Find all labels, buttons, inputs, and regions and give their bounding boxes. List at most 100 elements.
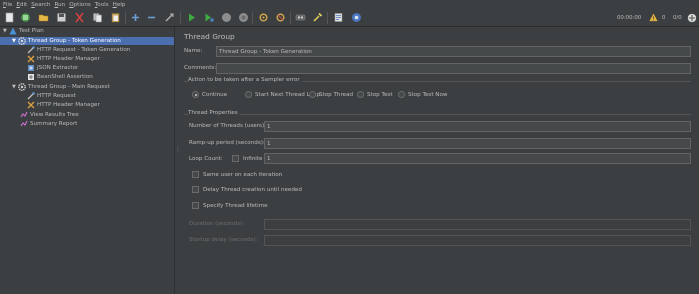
error-action-label: Action to be taken after a Sampler error [188, 77, 302, 83]
checkbox-icon [192, 202, 199, 209]
templates-icon[interactable] [20, 12, 31, 23]
radio-icon [245, 91, 252, 98]
help-icon[interactable] [351, 12, 362, 23]
reset-search-icon[interactable] [312, 12, 323, 23]
comments-field[interactable] [216, 63, 691, 74]
save-icon[interactable] [56, 12, 67, 23]
delay-thread-label: Delay Thread creation until needed [203, 186, 302, 193]
tree-item-label: HTTP Request [37, 93, 76, 99]
new-icon[interactable] [4, 12, 15, 23]
clear-icon[interactable] [258, 12, 269, 23]
threads-ratio: 0/0 [673, 15, 682, 21]
loop-count-label: Loop Count: [189, 156, 223, 162]
toolbar-separator [327, 12, 328, 24]
radio-icon [309, 91, 316, 98]
shutdown-icon[interactable] [238, 12, 249, 23]
tree-item-label: HTTP Header Manager [37, 102, 100, 108]
tree-item-http-request-token[interactable]: HTTP Request - Token Generation [27, 46, 130, 54]
search-icon[interactable] [295, 12, 306, 23]
tree-item-label: Thread Group - Main Request [28, 84, 110, 90]
same-user-label: Same user on each iteration [203, 171, 283, 178]
elapsed-time: 00:00:00 [617, 15, 642, 21]
threads-field[interactable]: 1 [264, 121, 691, 132]
radio-stop-thread[interactable]: Stop Thread [309, 91, 353, 98]
tree-item-header-manager[interactable]: HTTP Header Manager [27, 55, 100, 63]
open-icon[interactable] [38, 12, 49, 23]
function-helper-icon[interactable] [333, 12, 344, 23]
pipette-icon [27, 92, 35, 100]
wrench-icon [27, 101, 35, 109]
menu-edit[interactable]: Edit [16, 2, 27, 8]
tree-item-label: Summary Report [30, 121, 78, 127]
tree-item-label: HTTP Header Manager [37, 56, 100, 62]
checkbox-icon [192, 171, 199, 178]
infinite-checkbox[interactable]: Infinite [232, 155, 262, 162]
tree-item-label: BeanShell Assertion [37, 74, 93, 80]
startup-delay-label: Startup delay (seconds): [189, 237, 258, 243]
tree-item-label: Test Plan [19, 28, 44, 34]
menu-help[interactable]: Help [113, 2, 126, 8]
radio-label: Stop Test [367, 91, 393, 98]
menu-file[interactable]: File [3, 2, 12, 8]
radio-icon [357, 91, 364, 98]
split-pane-divider[interactable] [174, 27, 178, 294]
cut-icon[interactable] [74, 12, 85, 23]
tree-item-json-extractor[interactable]: JSON Extractor [27, 64, 78, 72]
assertion-icon [27, 73, 35, 81]
copy-icon[interactable] [92, 12, 103, 23]
startup-delay-field[interactable] [264, 235, 691, 246]
thread-lifetime-checkbox[interactable]: Specify Thread lifetime [192, 202, 268, 209]
extractor-icon [27, 64, 35, 72]
infinite-label: Infinite [243, 155, 263, 162]
tree-item-thread-group-token[interactable]: ▼ Thread Group - Token Generation [0, 37, 174, 45]
duration-field[interactable] [264, 219, 691, 230]
listener-icon [20, 111, 28, 119]
start-no-pauses-icon[interactable] [203, 12, 214, 23]
toggle-icon[interactable] [164, 12, 175, 23]
tree-item-http-request[interactable]: HTTP Request [27, 92, 76, 100]
name-field[interactable]: Thread Group - Token Generation [216, 46, 691, 57]
start-icon[interactable] [186, 12, 197, 23]
duration-label: Duration (seconds): [189, 221, 245, 227]
radio-stop-test[interactable]: Stop Test [357, 91, 393, 98]
menu-options[interactable]: Options [69, 2, 91, 8]
tree-item-label: HTTP Request - Token Generation [37, 47, 131, 53]
checkbox-icon [192, 186, 199, 193]
testplan-icon [9, 27, 17, 35]
loop-count-field[interactable]: 1 [264, 153, 691, 164]
menu-search[interactable]: Search [31, 2, 50, 8]
toolbar-separator [290, 12, 291, 24]
collapse-icon[interactable] [146, 12, 157, 23]
tree-item-label: JSON Extractor [37, 65, 79, 71]
warning-count: 0 [662, 15, 666, 21]
expand-icon[interactable] [130, 12, 141, 23]
listener-icon [20, 120, 28, 128]
tree-item-beanshell-assertion[interactable]: BeanShell Assertion [27, 73, 93, 81]
delay-thread-checkbox[interactable]: Delay Thread creation until needed [192, 186, 302, 193]
radio-stop-test-now[interactable]: Stop Test Now [398, 91, 447, 98]
toolbar-separator [180, 12, 181, 24]
gear-icon [18, 83, 26, 91]
radio-label: Stop Thread [319, 91, 354, 98]
toolbar: 00:00:00 0 0/0 [0, 9, 699, 27]
tree-item-thread-group-main[interactable]: ▼ Thread Group - Main Request [12, 83, 110, 91]
threads-label: Number of Threads (users): [189, 123, 267, 129]
wrench-icon [27, 55, 35, 63]
remote-hosts-icon[interactable] [687, 13, 697, 23]
gear-icon [18, 37, 26, 45]
clear-all-icon[interactable] [275, 12, 286, 23]
paste-icon[interactable] [110, 12, 121, 23]
warning-icon[interactable] [649, 13, 658, 22]
tree-item-view-results-tree[interactable]: View Results Tree [20, 111, 79, 119]
stop-icon[interactable] [221, 12, 232, 23]
test-plan-tree: ▼ Test Plan ▼ Thread Group - Token Gener… [0, 27, 174, 294]
rampup-field[interactable]: 1 [264, 138, 691, 149]
tree-item-header-manager-2[interactable]: HTTP Header Manager [27, 101, 100, 109]
radio-selected-icon [192, 91, 199, 98]
tree-item-test-plan[interactable]: ▼ Test Plan [3, 27, 174, 35]
same-user-checkbox[interactable]: Same user on each iteration [192, 171, 282, 178]
tree-item-summary-report[interactable]: Summary Report [20, 120, 77, 128]
menu-run[interactable]: Run [54, 2, 65, 8]
radio-continue[interactable]: Continue [192, 91, 227, 98]
menu-tools[interactable]: Tools [95, 2, 109, 8]
